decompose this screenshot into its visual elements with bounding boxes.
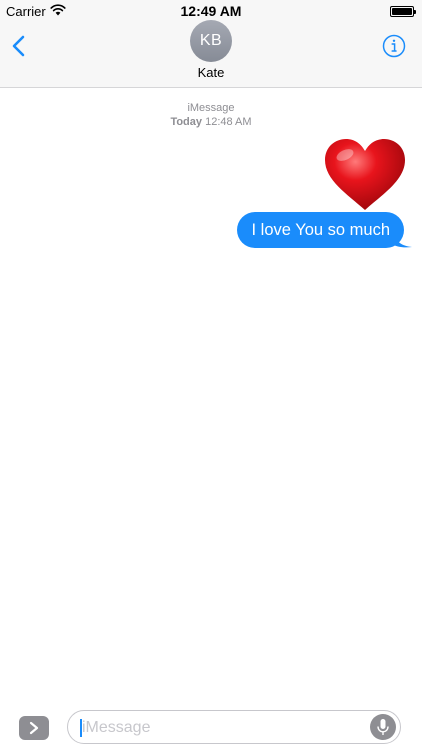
service-label: iMessage — [187, 102, 235, 114]
timestamp-time: 12:48 AM — [205, 116, 252, 128]
timestamp-day: Today — [170, 116, 203, 128]
sent-message-bubble[interactable]: I love You so much — [237, 212, 404, 248]
status-time: 12:49 AM — [180, 3, 242, 19]
chevron-right-icon — [29, 721, 39, 735]
message-input[interactable]: iMessage — [67, 710, 401, 744]
microphone-icon — [377, 719, 389, 735]
back-button[interactable] — [8, 34, 32, 58]
heart-icon[interactable] — [323, 138, 407, 212]
contact-avatar[interactable]: KB — [190, 20, 232, 62]
info-button[interactable] — [382, 34, 406, 58]
input-bar: iMessage — [0, 704, 422, 750]
status-bar: Carrier 12:49 AM — [0, 0, 422, 22]
avatar-initials: KB — [199, 32, 223, 49]
conversation-header: Carrier 12:49 AM KB Kate — [0, 0, 422, 88]
message-placeholder: iMessage — [82, 719, 151, 736]
apps-button[interactable] — [19, 716, 49, 740]
battery-icon — [390, 6, 416, 17]
contact-name[interactable]: Kate — [0, 65, 422, 80]
battery-level — [392, 8, 412, 15]
message-timestamp: Today 12:48 AM — [0, 116, 422, 128]
microphone-button[interactable] — [370, 714, 396, 740]
